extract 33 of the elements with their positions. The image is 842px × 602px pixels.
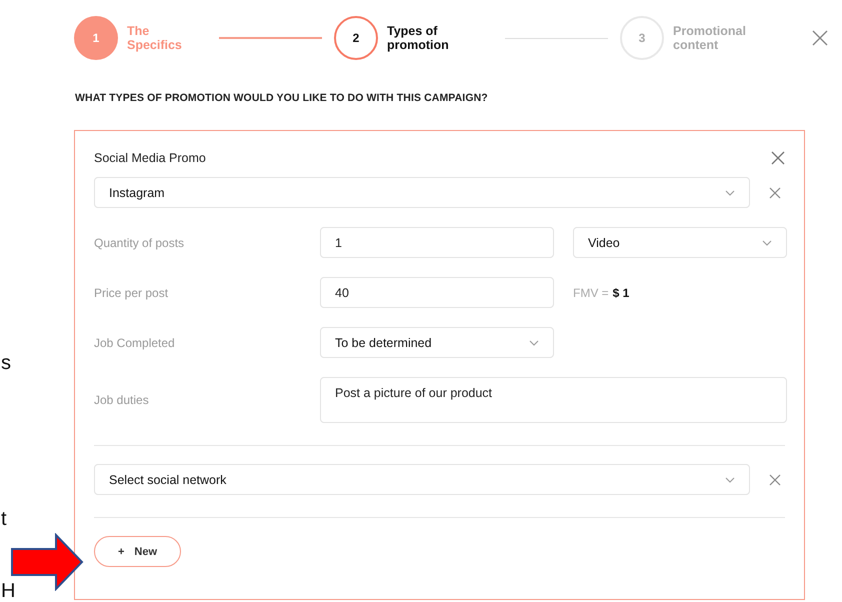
chevron-icon <box>762 240 772 246</box>
text-fragment: H <box>1 580 16 602</box>
field-label: Job duties <box>94 393 150 407</box>
chevron-icon <box>725 476 735 482</box>
fmv-value: $ 1 <box>612 286 630 300</box>
card-title: Social Media Promo <box>94 151 206 165</box>
type-select[interactable]: Video <box>573 227 787 258</box>
chevron-icon <box>725 190 735 196</box>
close-icon[interactable] <box>812 30 828 46</box>
field-label: Job Completed <box>94 336 176 350</box>
network-select[interactable]: Instagram <box>94 177 750 208</box>
step-label: Promotional content <box>673 24 747 52</box>
status-select[interactable]: To be determined <box>320 327 554 358</box>
input-field[interactable]: 40 <box>320 277 554 308</box>
text-fragment: t <box>1 508 7 530</box>
fmv-label: FMV = <box>573 286 609 300</box>
new-button[interactable]: + New <box>94 536 181 567</box>
question-heading: WHAT TYPES OF PROMOTION WOULD YOU LIKE TO DO WITH THIS CAMPAIGN? <box>75 92 489 104</box>
step-label: Types of promotion <box>387 24 450 52</box>
field-label: Price per post <box>94 286 170 300</box>
close-icon[interactable] <box>771 151 785 165</box>
remove-icon[interactable] <box>769 186 781 198</box>
step-number: 2 <box>334 16 378 60</box>
step-number: 1 <box>74 16 118 60</box>
step-label: The Specifics <box>127 24 183 52</box>
field-label: Quantity of posts <box>94 236 186 250</box>
input-field[interactable]: 1 <box>320 227 554 258</box>
step-number: 3 <box>620 16 664 60</box>
network-select[interactable]: Select social network <box>94 464 750 495</box>
text-fragment: s <box>1 352 11 374</box>
chevron-icon <box>529 340 539 346</box>
text-area[interactable]: Post a picture of our product <box>320 377 787 423</box>
remove-icon[interactable] <box>769 474 781 486</box>
